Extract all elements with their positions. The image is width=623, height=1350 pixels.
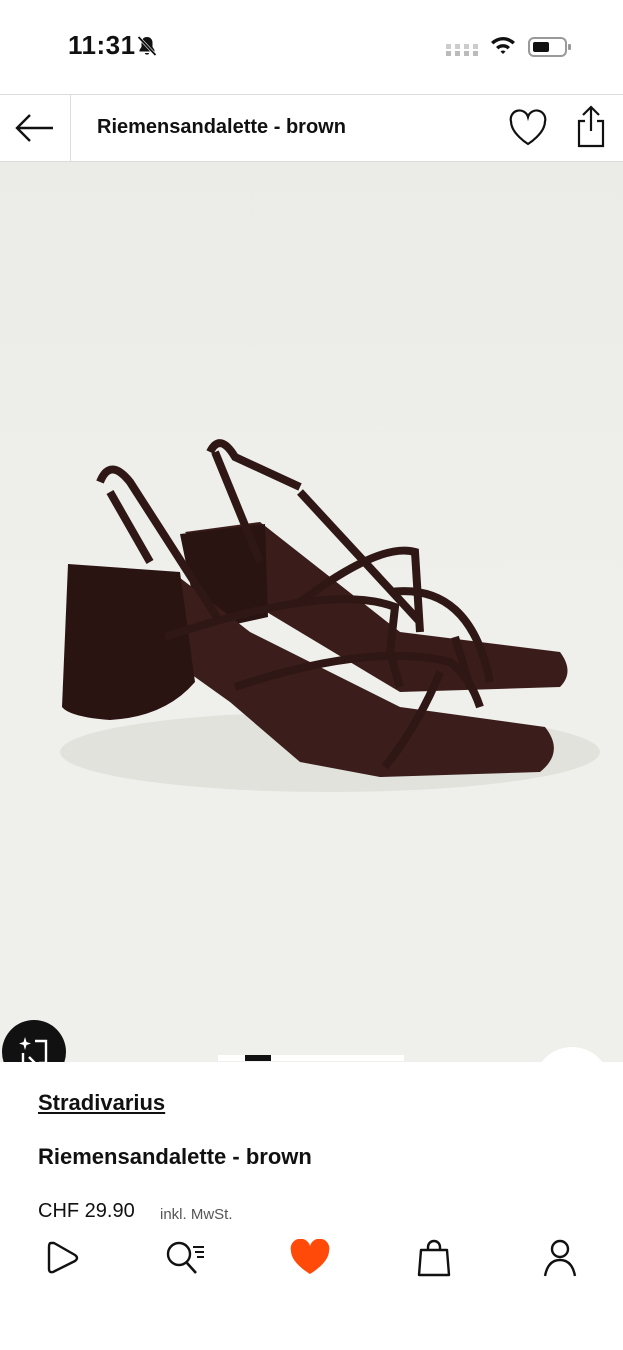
nav-profile[interactable] (530, 1228, 590, 1288)
top-bar: Riemensandalette - brown (0, 94, 623, 162)
sandals-image (60, 439, 600, 792)
page-title: Riemensandalette - brown (97, 116, 346, 138)
back-button[interactable] (0, 95, 71, 161)
wifi-icon (489, 34, 517, 61)
play-icon (47, 1241, 79, 1274)
brand-link[interactable]: Stradivarius (38, 1090, 165, 1116)
product-image[interactable] (0, 162, 623, 1062)
search-icon (166, 1241, 204, 1274)
sparkle-frame-icon (19, 1037, 48, 1062)
nav-play[interactable] (33, 1228, 93, 1288)
page-indicator-active (245, 1055, 271, 1061)
product-price: CHF 29.90 (38, 1200, 135, 1222)
share-icon[interactable] (574, 105, 608, 154)
wishlist-heart-icon[interactable] (508, 109, 548, 152)
image-page-indicator (218, 1055, 404, 1061)
arrow-left-icon (15, 114, 53, 142)
bell-off-icon (135, 34, 159, 63)
nav-wishlist[interactable] (280, 1228, 340, 1288)
bag-icon (417, 1239, 451, 1277)
nav-bag[interactable] (404, 1228, 464, 1288)
bottom-nav (0, 1228, 623, 1288)
nav-search[interactable] (155, 1228, 215, 1288)
signal-icon (446, 42, 478, 61)
profile-icon (543, 1239, 577, 1277)
status-bar: 11:31 (0, 0, 623, 94)
heart-icon (290, 1239, 330, 1274)
tax-note: inkl. MwSt. (160, 1206, 233, 1223)
product-name: Riemensandalette - brown (38, 1144, 312, 1169)
battery-icon (528, 36, 572, 63)
status-time: 11:31 (68, 30, 136, 60)
